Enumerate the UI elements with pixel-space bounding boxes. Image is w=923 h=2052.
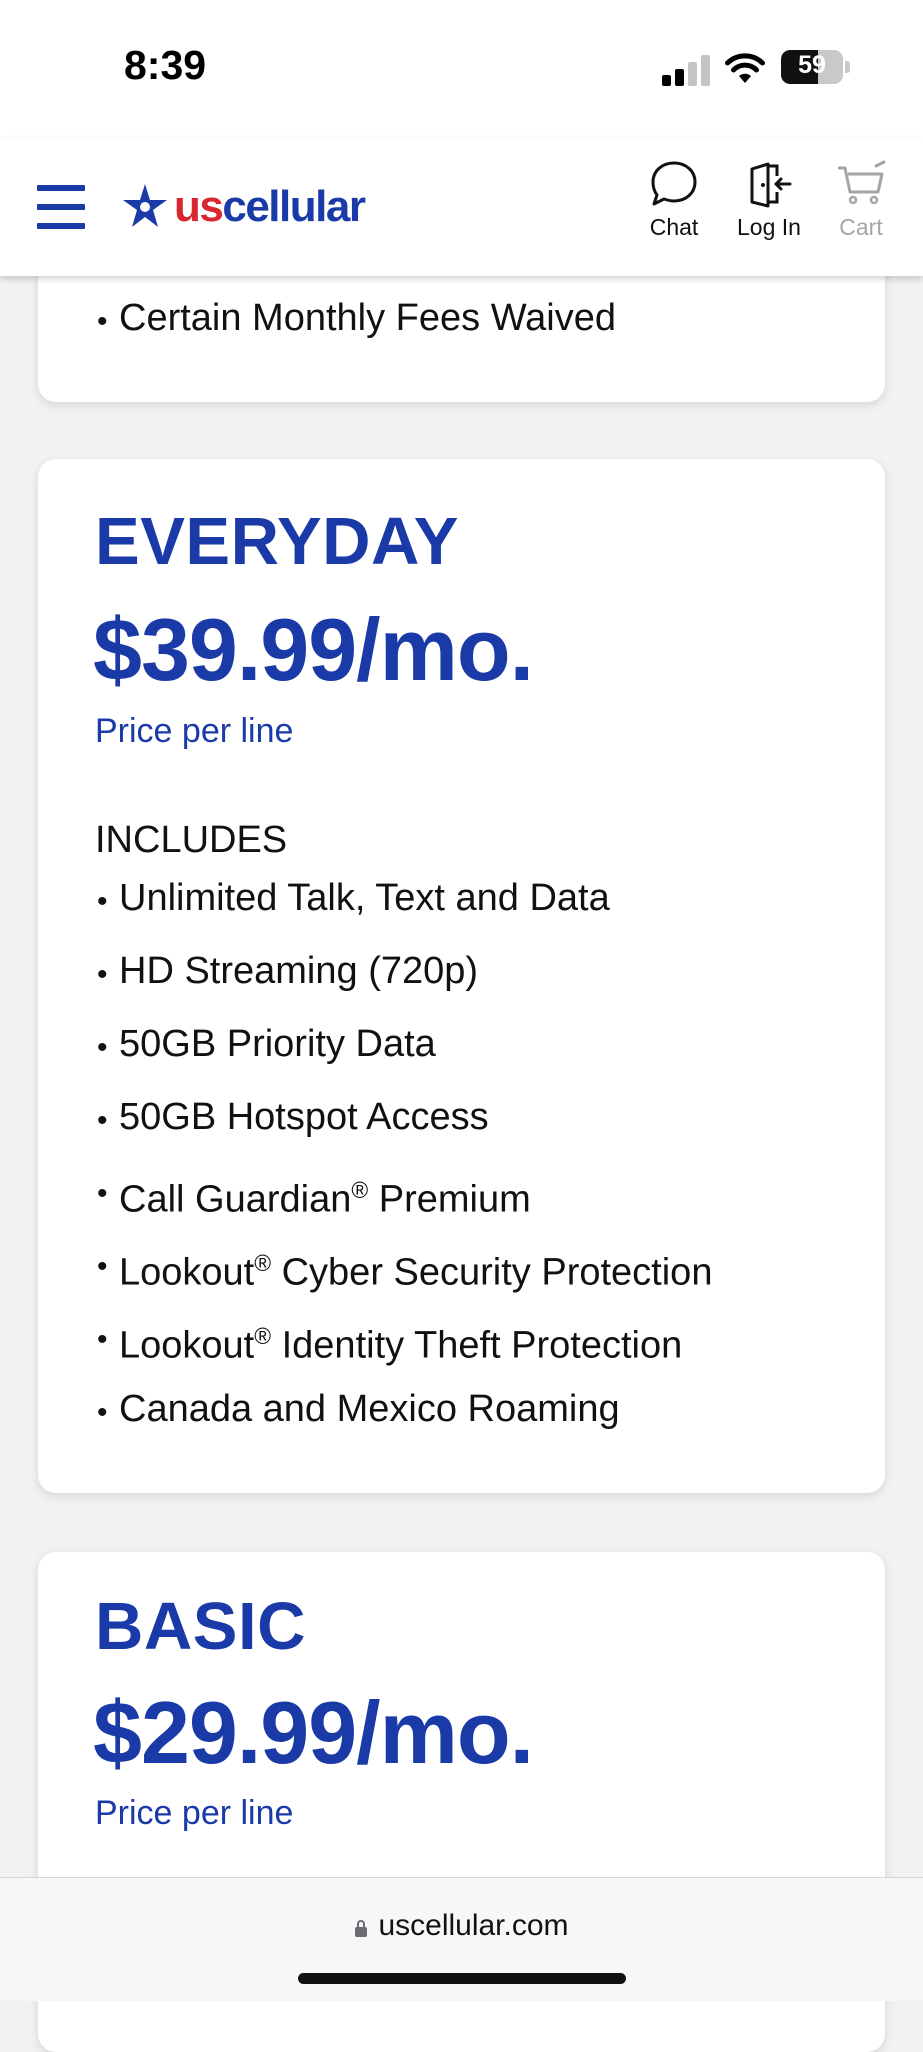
chat-button[interactable]: Chat xyxy=(629,160,719,241)
plan-name: BASIC xyxy=(95,1589,306,1664)
feature-list: • Unlimited Talk, Text and Data • HD Strea… xyxy=(95,871,855,1455)
cellular-signal-icon xyxy=(662,54,712,86)
url-text: uscellular.com xyxy=(378,1909,569,1942)
chat-label: Chat xyxy=(649,214,699,240)
status-time: 8:39 xyxy=(124,42,207,88)
feature-item: • Lookout® Identity Theft Protection xyxy=(97,1323,683,1367)
includes-title: INCLUDES xyxy=(95,819,288,861)
star-logo-icon xyxy=(123,184,167,227)
plan-price: $29.99/mo. xyxy=(93,1683,534,1782)
login-label: Log In xyxy=(737,214,801,240)
feature-item: • 50GB Priority Data xyxy=(97,1023,436,1065)
feature-item: • Certain Monthly Fees Waived xyxy=(97,297,617,339)
feature-item: • Unlimited Talk, Text and Data xyxy=(97,877,610,919)
cart-button[interactable]: Cart xyxy=(816,160,906,241)
registered-mark: ® xyxy=(254,1250,272,1276)
battery-percentage: 59 xyxy=(798,51,826,79)
price-note: Price per line xyxy=(95,712,294,750)
wifi-icon xyxy=(725,53,765,83)
feature-item: • Canada and Mexico Roaming xyxy=(97,1388,620,1430)
browser-url-bar[interactable]: uscellular.com xyxy=(0,1877,923,2001)
plan-card-everyday: EVERYDAY $39.99/mo. Price per line INCLU… xyxy=(38,459,885,1493)
registered-mark: ® xyxy=(254,1323,272,1349)
feature-list: • Certain Monthly Fees Waived xyxy=(95,291,855,364)
home-indicator[interactable] xyxy=(298,1973,626,1984)
registered-mark: ® xyxy=(351,1177,369,1203)
cart-icon xyxy=(838,160,886,205)
lock-icon xyxy=(355,1920,368,1937)
login-button[interactable]: Log In xyxy=(724,160,814,241)
feature-item: • Call Guardian® Premium xyxy=(97,1177,531,1221)
cart-label: Cart xyxy=(839,214,883,240)
battery-icon: 59 xyxy=(781,50,843,84)
plan-price: $39.99/mo. xyxy=(93,600,534,699)
logo-text-cellular: cellular xyxy=(222,182,366,231)
url-display[interactable]: uscellular.com xyxy=(0,1909,923,1943)
logo-text-us: us xyxy=(174,182,224,231)
price-note: Price per line xyxy=(95,1794,294,1832)
feature-item: • Lookout® Cyber Security Protection xyxy=(97,1250,713,1294)
menu-button[interactable] xyxy=(37,185,85,229)
feature-item: • 50GB Hotspot Access xyxy=(97,1096,489,1138)
status-bar: 8:39 59 xyxy=(0,0,923,138)
site-header: uscellular Chat Log In Cart xyxy=(0,138,923,276)
battery-cap xyxy=(845,61,850,73)
feature-item: • HD Streaming (720p) xyxy=(97,950,479,992)
chat-bubble-icon xyxy=(651,161,697,206)
plan-name: EVERYDAY xyxy=(95,504,459,579)
login-door-icon xyxy=(750,162,792,208)
uscellular-logo[interactable]: uscellular xyxy=(120,180,366,234)
